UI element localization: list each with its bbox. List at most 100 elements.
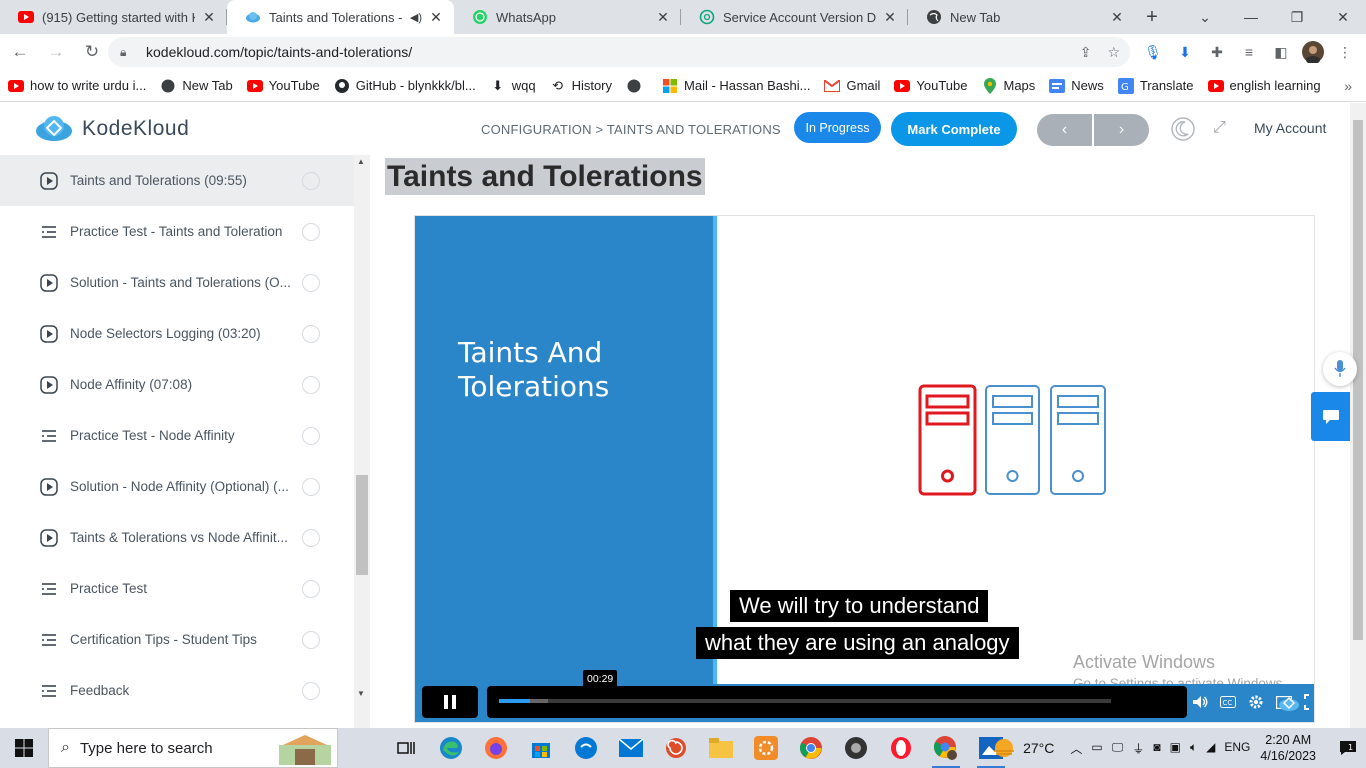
sidebar-lesson-item[interactable]: Feedback: [0, 665, 354, 716]
settings-app-icon[interactable]: [748, 728, 784, 768]
notification-center-icon[interactable]: 1: [1330, 740, 1366, 756]
sidebar-lesson-item[interactable]: Certification Tips - Student Tips: [0, 614, 354, 665]
close-tab-icon[interactable]: ✕: [655, 9, 671, 26]
bookmark-item[interactable]: Maps: [982, 77, 1035, 94]
my-account-link[interactable]: My Account: [1254, 120, 1326, 136]
scroll-down-arrow-icon[interactable]: ▼: [357, 689, 365, 698]
back-arrow-icon[interactable]: ←: [4, 36, 36, 68]
task-view-icon[interactable]: [388, 728, 424, 768]
volume-icon[interactable]: [1192, 694, 1208, 710]
chat-support-button[interactable]: [1311, 392, 1350, 441]
video-player[interactable]: Taints And Tolerations We will try to un…: [414, 215, 1315, 723]
weather-widget[interactable]: 27°C: [991, 737, 1054, 759]
tab-search-icon[interactable]: ⌄: [1182, 0, 1228, 34]
progress-bar[interactable]: 00:29 CC: [487, 670, 1309, 718]
extensions-puzzle-icon[interactable]: ✚: [1204, 39, 1230, 65]
start-button[interactable]: [0, 728, 48, 768]
sidebar-lesson-item[interactable]: Taints and Tolerations (09:55): [0, 155, 354, 206]
completion-status-circle[interactable]: [302, 172, 320, 190]
fullscreen-icon[interactable]: [1304, 694, 1314, 710]
next-lesson-button[interactable]: ›: [1094, 114, 1149, 146]
chrome-profile-icon[interactable]: [928, 728, 964, 768]
edge-browser-icon[interactable]: [433, 728, 469, 768]
completion-status-circle[interactable]: [302, 223, 320, 241]
usb-device-icon[interactable]: ⏚: [1132, 740, 1144, 757]
sidebar-lesson-item[interactable]: Practice Test: [0, 563, 354, 614]
download-extension-icon[interactable]: ⬇: [1172, 39, 1198, 65]
progress-track[interactable]: [499, 699, 1111, 703]
lock-icon[interactable]: 🔒︎: [120, 45, 134, 60]
pause-button[interactable]: [422, 686, 478, 718]
previous-lesson-button[interactable]: ‹: [1037, 114, 1092, 146]
close-tab-icon[interactable]: ✕: [1109, 9, 1125, 26]
bookmark-item[interactable]: [626, 78, 648, 94]
sidebar-scrollbar[interactable]: ▲ ▼: [354, 155, 370, 728]
sidebar-scroll-thumb[interactable]: [356, 475, 368, 575]
settings-gear-icon[interactable]: [1248, 694, 1264, 710]
completion-status-circle[interactable]: [302, 580, 320, 598]
sidebar-lesson-item[interactable]: Practice Test - Taints and Toleration: [0, 206, 354, 257]
sidebar-lesson-item[interactable]: Practice Test - Node Affinity: [0, 410, 354, 461]
bookmark-star-icon[interactable]: ☆: [1107, 44, 1120, 61]
wifi-icon[interactable]: ◢: [1206, 740, 1215, 757]
sidebar-lesson-item[interactable]: Node Affinity (07:08): [0, 359, 354, 410]
mark-complete-button[interactable]: Mark Complete: [891, 112, 1017, 146]
browser-tab-youtube[interactable]: (915) Getting started with Ku ✕: [0, 0, 227, 34]
browser-tab-chatgpt[interactable]: Service Account Version Diffe ✕: [681, 0, 908, 34]
volume-tray-icon[interactable]: 🔈︎: [1190, 740, 1197, 757]
media-app-icon[interactable]: [838, 728, 874, 768]
chrome-menu-icon[interactable]: ⋮: [1332, 39, 1358, 65]
share-icon[interactable]: ⇪: [1080, 44, 1092, 61]
page-scroll-thumb[interactable]: [1353, 120, 1363, 640]
mail-icon[interactable]: [613, 728, 649, 768]
minimize-icon[interactable]: —: [1228, 0, 1274, 34]
close-tab-icon[interactable]: ✕: [428, 9, 444, 26]
reload-icon[interactable]: ↻: [76, 36, 108, 68]
file-explorer-icon[interactable]: [703, 728, 739, 768]
scroll-up-arrow-icon[interactable]: ▲: [357, 157, 365, 166]
completion-status-circle[interactable]: [302, 427, 320, 445]
close-tab-icon[interactable]: ✕: [882, 9, 898, 26]
chrome-icon[interactable]: [793, 728, 829, 768]
microsoft-store-icon[interactable]: [523, 728, 559, 768]
voice-assistant-button[interactable]: [1323, 352, 1357, 386]
show-hidden-icons-chevron-icon[interactable]: ︿: [1070, 740, 1082, 757]
in-progress-button[interactable]: In Progress: [794, 112, 881, 143]
bookmark-item[interactable]: YouTube: [246, 78, 320, 94]
completion-status-circle[interactable]: [302, 478, 320, 496]
browser-tab-kodekloud[interactable]: Taints and Tolerations - K ◀) ✕: [227, 0, 454, 34]
bookmark-item[interactable]: New Tab: [160, 78, 233, 94]
sidebar-lesson-item[interactable]: Node Selectors Logging (03:20): [0, 308, 354, 359]
browser-tab-whatsapp[interactable]: WhatsApp ✕: [454, 0, 681, 34]
bookmark-item[interactable]: english learning: [1207, 78, 1321, 94]
restore-icon[interactable]: ❐: [1274, 0, 1320, 34]
profile-avatar[interactable]: [1300, 39, 1326, 65]
battery-icon[interactable]: ▭: [1091, 740, 1102, 757]
bookmark-item[interactable]: G Translate: [1117, 77, 1194, 94]
taskbar-clock[interactable]: 2:20 AM 4/16/2023: [1260, 732, 1316, 764]
captions-icon[interactable]: CC: [1220, 694, 1236, 710]
bookmark-item[interactable]: Gmail: [824, 78, 880, 94]
dark-mode-icon[interactable]: [1171, 117, 1195, 141]
browser-tab-newtab[interactable]: New Tab ✕: [908, 0, 1135, 34]
bookmark-item[interactable]: ⬇ wqq: [490, 78, 535, 94]
firefox-icon[interactable]: [478, 728, 514, 768]
language-icon[interactable]: ENG: [1224, 740, 1250, 757]
more-bookmarks-icon[interactable]: »: [1344, 78, 1352, 94]
address-bar[interactable]: 🔒︎ kodekloud.com/topic/taints-and-tolera…: [108, 37, 1130, 67]
snail-app-icon[interactable]: [658, 728, 694, 768]
display-icon[interactable]: ▣: [1170, 740, 1181, 757]
sidebar-lesson-item[interactable]: Solution - Node Affinity (Optional) (...: [0, 461, 354, 512]
bookmark-item[interactable]: YouTube: [894, 78, 968, 94]
completion-status-circle[interactable]: [302, 529, 320, 547]
completion-status-circle[interactable]: [302, 325, 320, 343]
opera-icon[interactable]: [883, 728, 919, 768]
voice-extension-icon[interactable]: 🎙︎: [1140, 39, 1166, 65]
reading-list-icon[interactable]: ≡: [1236, 39, 1262, 65]
close-tab-icon[interactable]: ✕: [201, 9, 217, 26]
new-tab-button[interactable]: +: [1135, 0, 1169, 34]
fullscreen-expand-icon[interactable]: ⤢: [1213, 119, 1226, 137]
completion-status-circle[interactable]: [302, 682, 320, 700]
camera-icon[interactable]: ◙: [1153, 740, 1160, 757]
bookmark-item[interactable]: how to write urdu i...: [8, 78, 146, 94]
